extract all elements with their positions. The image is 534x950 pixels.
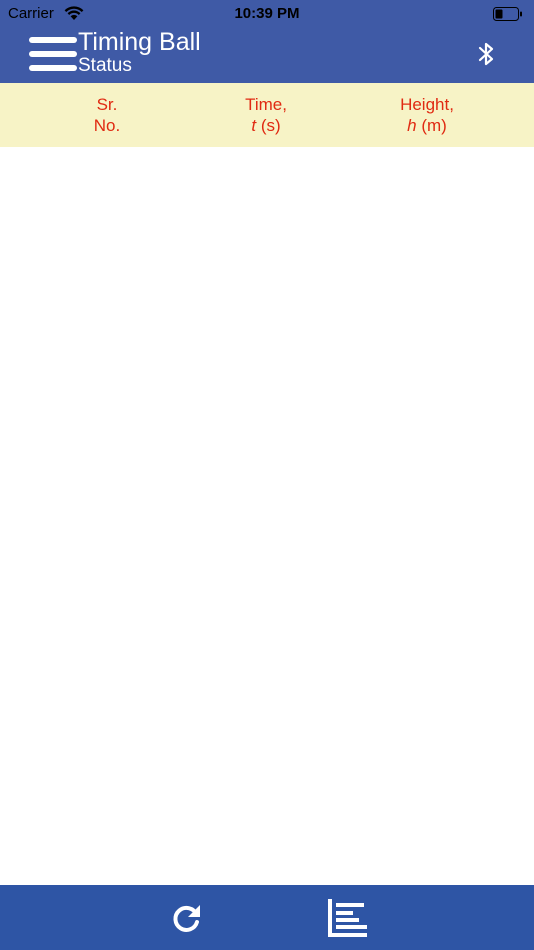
- column-header-line: Sr.: [96, 95, 118, 114]
- column-header-line: Height,: [400, 95, 454, 114]
- top-navigation-bar: Carrier 10:39 PM Timing Ball Status: [0, 0, 534, 83]
- battery-icon: [493, 7, 522, 21]
- bottom-toolbar: [0, 885, 534, 950]
- bluetooth-button[interactable]: [476, 41, 498, 67]
- list-chart-icon: [328, 899, 367, 937]
- list-chart-button[interactable]: [327, 899, 367, 937]
- column-header-unit-line: t (s): [186, 115, 346, 136]
- data-table-body[interactable]: [0, 147, 534, 885]
- column-header-line: Time,: [245, 95, 287, 114]
- column-header-time: Time, t (s): [186, 94, 346, 136]
- column-header-sr-no: Sr. No.: [27, 94, 187, 136]
- status-bar: Carrier 10:39 PM: [0, 0, 534, 28]
- column-header-unit-line: h (m): [347, 115, 507, 136]
- column-header-height: Height, h (m): [347, 94, 507, 136]
- column-header-line: No.: [93, 116, 121, 135]
- title-group: Timing Ball Status: [78, 28, 201, 76]
- refresh-button[interactable]: [171, 902, 203, 934]
- column-variable: h: [407, 116, 417, 135]
- app-subtitle: Status: [78, 55, 132, 76]
- status-time: 10:39 PM: [234, 5, 300, 22]
- app-title: Timing Ball: [78, 28, 201, 56]
- hamburger-menu-icon: [29, 37, 77, 71]
- menu-button[interactable]: [29, 36, 77, 72]
- bluetooth-icon: [478, 42, 494, 66]
- refresh-icon: [173, 905, 200, 932]
- column-unit: (s): [256, 116, 281, 135]
- column-unit: (m): [416, 116, 447, 135]
- table-header: Sr. No. Time, t (s) Height, h (m): [0, 83, 534, 147]
